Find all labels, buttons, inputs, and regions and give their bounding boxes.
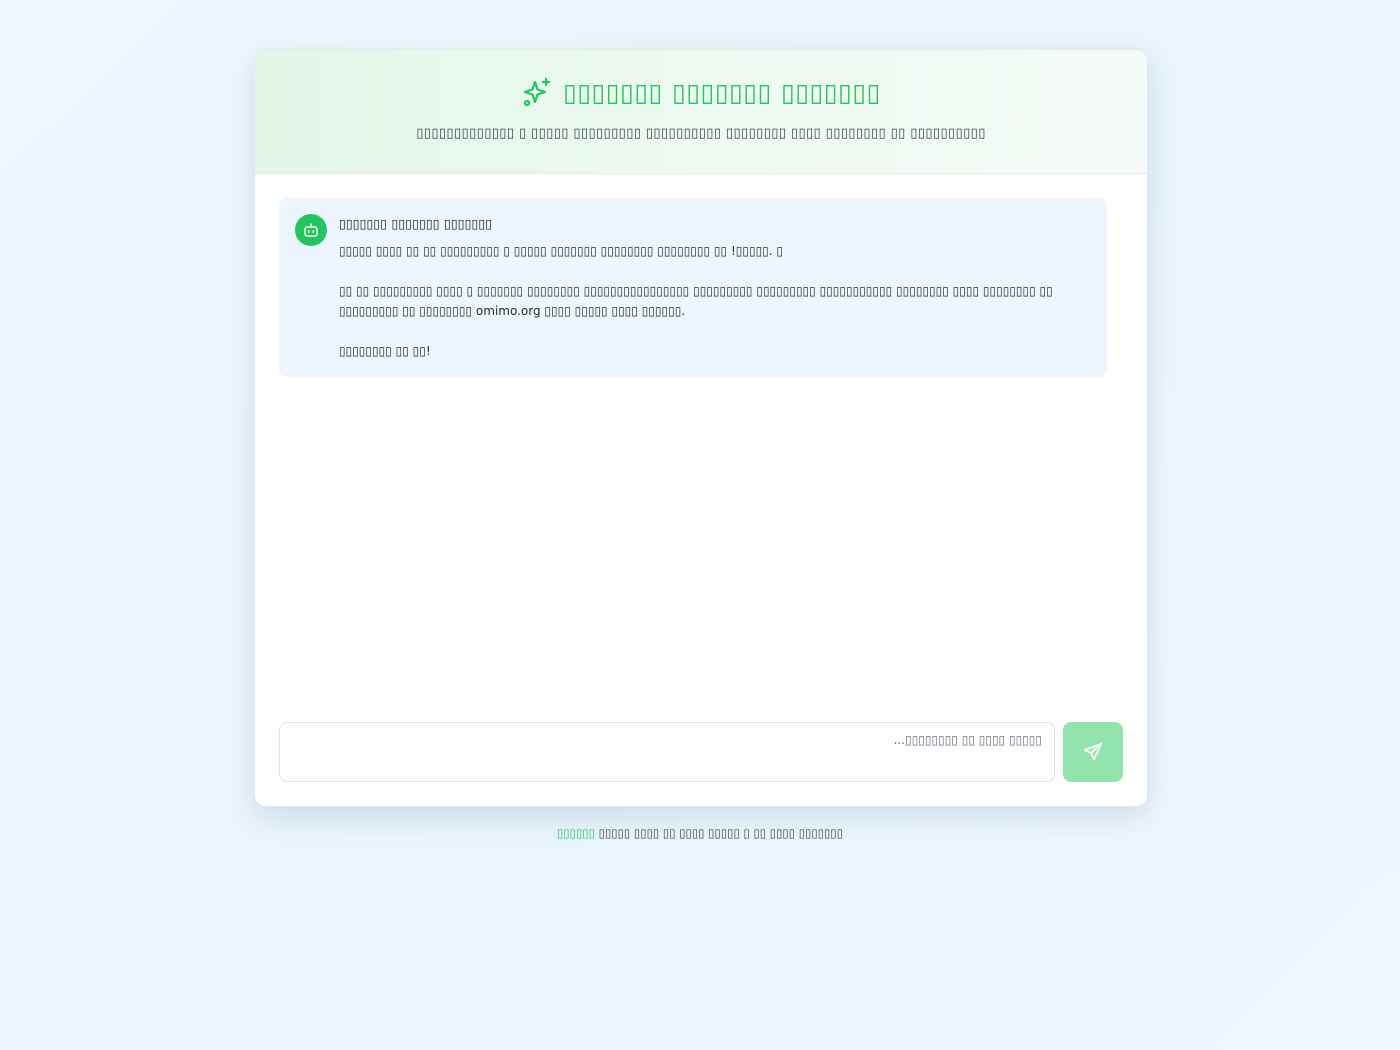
robot-icon	[304, 223, 318, 237]
chat-messages: ▯▯▯▯▯▯▯ ▯▯▯▯▯▯▯ ▯▯▯▯▯▯▯ ▯▯▯▯▯ ▯▯▯▯ ▯▯ ▯▯…	[279, 198, 1107, 377]
assistant-message: ▯▯▯▯▯▯▯ ▯▯▯▯▯▯▯ ▯▯▯▯▯▯▯ ▯▯▯▯▯ ▯▯▯▯ ▯▯ ▯▯…	[279, 198, 1107, 377]
avatar	[295, 214, 327, 246]
chat-card: ▯▯▯▯▯▯▯ ▯▯▯▯▯▯▯ ▯▯▯▯▯▯▯ ▯▯▯▯▯▯▯▯▯▯▯▯▯ ▯ …	[254, 49, 1148, 807]
composer: ...▯▯▯▯▯▯▯▯ ▯▯ ▯▯▯▯ ▯▯▯▯▯	[279, 722, 1123, 782]
message-line: ▯▯ ▯▯ ▯▯▯▯▯▯▯▯▯ ▯▯▯▯ ▯ ▯▯▯▯▯▯▯ ▯▯▯▯▯▯▯▯ …	[339, 284, 1053, 318]
message-line: ▯▯▯▯▯▯▯▯ ▯▯ ▯▯!	[339, 344, 431, 358]
footer: ▯▯▯▯▯▯ ▯▯▯▯▯ ▯▯▯▯ ▯▯ ▯▯▯▯ ▯▯▯▯▯ ▯ ▯▯ ▯▯▯…	[0, 826, 1400, 840]
send-icon	[1083, 742, 1103, 761]
footer-brand[interactable]: ▯▯▯▯▯▯	[557, 826, 595, 840]
message-sender: ▯▯▯▯▯▯▯ ▯▯▯▯▯▯▯ ▯▯▯▯▯▯▯	[339, 216, 493, 231]
title-row: ▯▯▯▯▯▯▯ ▯▯▯▯▯▯▯ ▯▯▯▯▯▯▯	[521, 76, 881, 108]
sparkles-icon	[523, 77, 551, 107]
send-button[interactable]	[1063, 722, 1123, 782]
page-title: ▯▯▯▯▯▯▯ ▯▯▯▯▯▯▯ ▯▯▯▯▯▯▯	[563, 77, 881, 107]
chat-header: ▯▯▯▯▯▯▯ ▯▯▯▯▯▯▯ ▯▯▯▯▯▯▯ ▯▯▯▯▯▯▯▯▯▯▯▯▯ ▯ …	[255, 50, 1147, 174]
message-input[interactable]: ...▯▯▯▯▯▯▯▯ ▯▯ ▯▯▯▯ ▯▯▯▯▯	[279, 722, 1055, 782]
page-subtitle: ▯▯▯▯▯▯▯▯▯▯▯▯▯ ▯ ▯▯▯▯▯ ▯▯▯▯▯▯▯▯▯ ▯▯▯▯▯▯▯▯…	[416, 126, 986, 141]
footer-text: ▯▯▯▯▯ ▯▯▯▯ ▯▯ ▯▯▯▯ ▯▯▯▯▯ ▯ ▯▯ ▯▯▯▯ ▯▯▯▯▯…	[598, 826, 844, 840]
message-line: ▯▯▯▯▯ ▯▯▯▯ ▯▯ ▯▯ ▯▯▯▯▯▯▯▯▯ ▯ ▯▯▯▯▯ ▯▯▯▯▯…	[339, 244, 784, 258]
